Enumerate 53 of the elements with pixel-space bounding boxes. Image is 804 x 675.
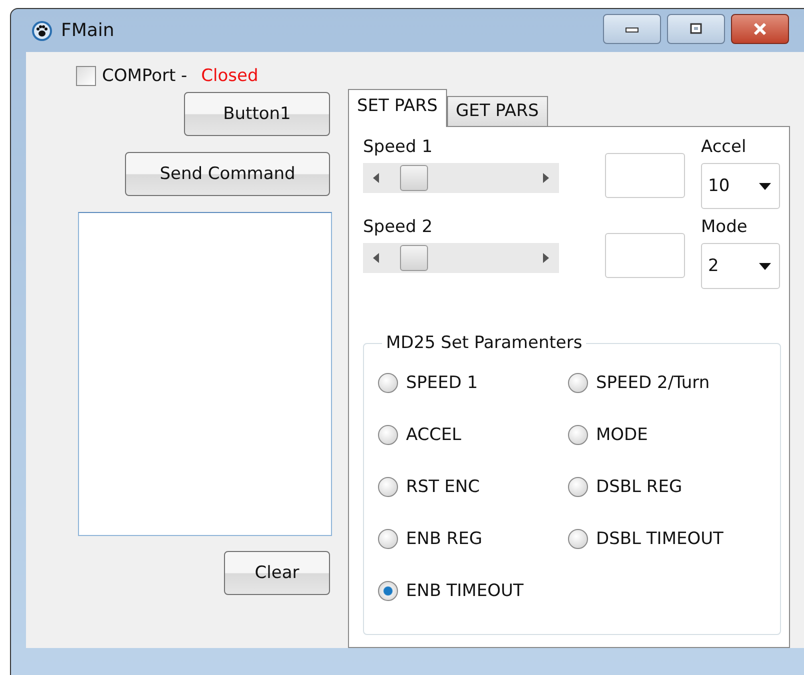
- tab[interactable]: SET PARS: [348, 89, 447, 127]
- combo-label: Mode: [701, 217, 748, 239]
- radio-label: DSBL REG: [596, 477, 682, 497]
- speed-input-field[interactable]: [605, 233, 685, 278]
- right-arrow-icon: [543, 173, 549, 183]
- dropdown-caret-icon: [759, 262, 771, 270]
- dropdown-caret-icon: [759, 182, 771, 190]
- radio-label: RST ENC: [406, 477, 480, 497]
- radio-button[interactable]: [568, 529, 588, 549]
- speed-scrollbar[interactable]: [363, 163, 559, 193]
- combo-box[interactable]: 10: [701, 163, 780, 209]
- clear-button[interactable]: Clear: [224, 551, 330, 595]
- tab[interactable]: GET PARS: [446, 96, 548, 126]
- combo-label: Accel: [701, 137, 748, 159]
- left-arrow-icon: [373, 253, 379, 263]
- radio-button[interactable]: [378, 477, 398, 497]
- radio-label: ACCEL: [406, 425, 462, 445]
- comport-checkbox[interactable]: [76, 66, 96, 86]
- combo-box[interactable]: 2: [701, 243, 780, 289]
- scrollbar-thumb[interactable]: [400, 245, 428, 271]
- radio-label: SPEED 1: [406, 373, 478, 393]
- speed-input-field[interactable]: [605, 153, 685, 198]
- radio-button[interactable]: [378, 373, 398, 393]
- radio-label: ENB TIMEOUT: [406, 581, 524, 601]
- radio-button[interactable]: [378, 425, 398, 445]
- close-icon: [751, 22, 769, 36]
- radio-label: MODE: [596, 425, 648, 445]
- speed-scrollbar[interactable]: [363, 243, 559, 273]
- speed-label: Speed 2: [363, 217, 434, 239]
- maximize-button[interactable]: [667, 14, 725, 44]
- radio-label: DSBL TIMEOUT: [596, 529, 724, 549]
- minimize-icon: [624, 24, 640, 32]
- minimize-button[interactable]: [603, 14, 661, 44]
- status-text: Closed: [201, 66, 258, 86]
- right-arrow-icon: [543, 253, 549, 263]
- left-arrow-icon: [373, 173, 379, 183]
- paw-icon: [31, 20, 53, 42]
- close-button[interactable]: [731, 14, 789, 44]
- radio-button[interactable]: [568, 373, 588, 393]
- radio-button[interactable]: [378, 581, 398, 601]
- comport-label: COMPort -: [102, 66, 188, 86]
- window-title: FMain: [61, 20, 114, 41]
- button1-button[interactable]: Button1: [184, 92, 330, 136]
- speed-label: Speed 1: [363, 137, 434, 159]
- radio-button[interactable]: [568, 425, 588, 445]
- radio-label: SPEED 2/Turn: [596, 373, 710, 393]
- maximize-icon: [688, 22, 704, 34]
- radio-label: ENB REG: [406, 529, 482, 549]
- send-command-button[interactable]: Send Command: [125, 152, 330, 196]
- radio-button[interactable]: [568, 477, 588, 497]
- group-title: MD25 Set Paramenters: [385, 333, 584, 353]
- radio-button[interactable]: [378, 529, 398, 549]
- scrollbar-thumb[interactable]: [400, 165, 428, 191]
